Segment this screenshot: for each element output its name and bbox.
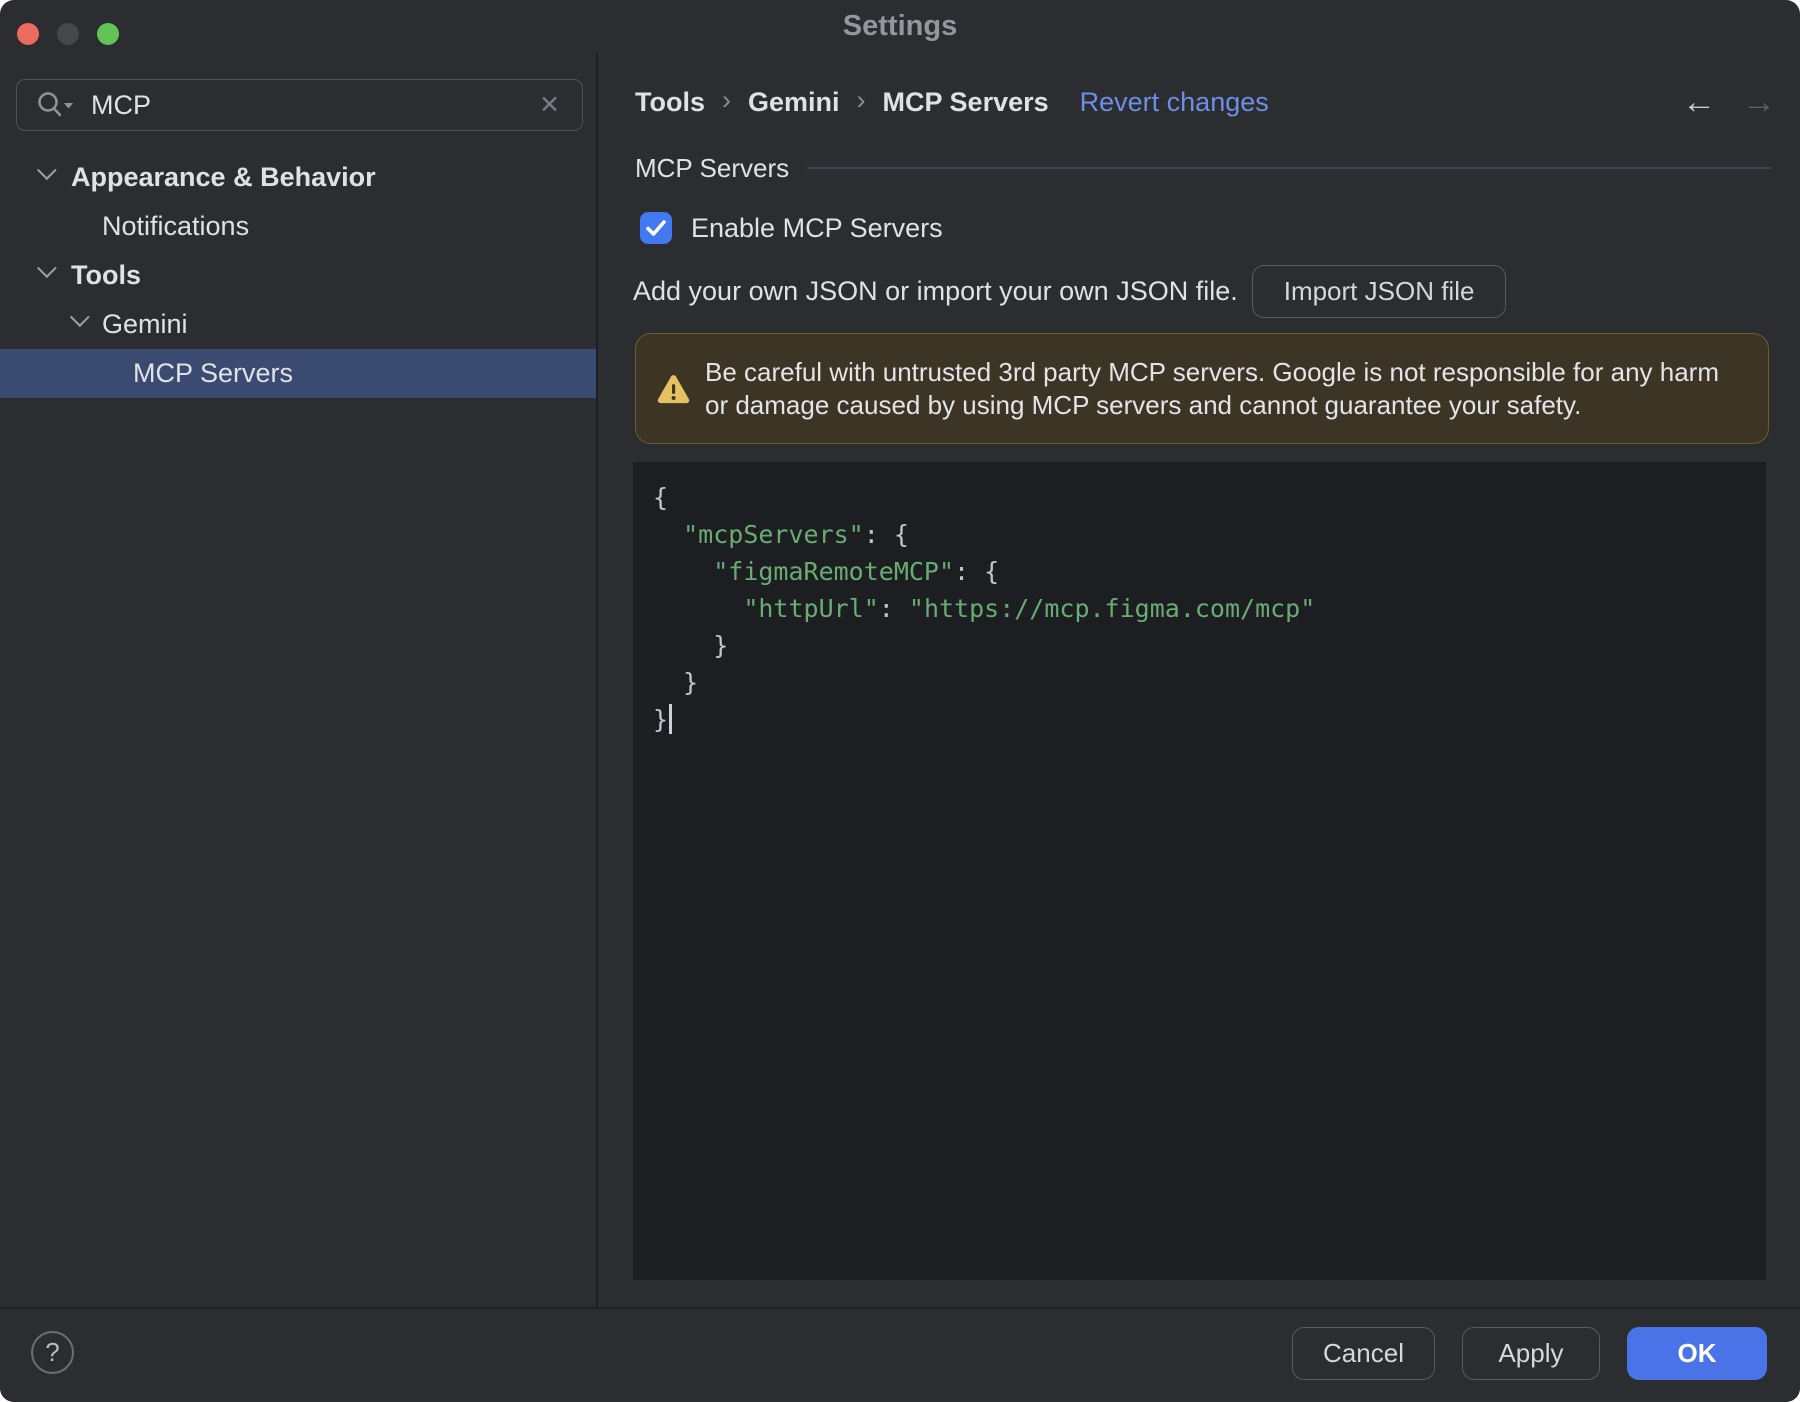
history-navigation: ← → [1682,78,1776,126]
apply-button[interactable]: Apply [1462,1327,1600,1380]
clear-search-icon[interactable]: ✕ [533,80,566,130]
window-title: Settings [842,10,958,42]
code-line: "figmaRemoteMCP": { [713,557,1000,586]
dialog-footer: ? Cancel Apply OK [0,1307,1800,1402]
sidebar-item-label: Appearance & Behavior [71,162,376,192]
code-line: { [653,483,669,512]
ok-button[interactable]: OK [1627,1327,1767,1380]
enable-mcp-checkbox[interactable] [640,212,672,244]
enable-mcp-label: Enable MCP Servers [691,212,943,243]
collapse-chevron-icon[interactable] [66,307,90,332]
help-button[interactable]: ? [31,1331,74,1374]
collapse-chevron-icon[interactable] [33,258,57,283]
search-icon[interactable] [35,90,75,120]
sidebar-item-label: Notifications [102,211,250,241]
import-json-file-button[interactable]: Import JSON file [1251,264,1507,318]
section-divider [807,167,1771,169]
settings-sidebar: MCP ✕ Appearance & Behavior Notification… [0,52,598,1307]
warning-banner: Be careful with untrusted 3rd party MCP … [635,333,1769,444]
sidebar-item-label: Tools [71,260,141,290]
breadcrumb-separator-icon: › [856,84,866,115]
code-line: } [653,631,729,660]
search-input[interactable]: MCP [91,90,151,121]
section-title: MCP Servers [635,152,790,183]
settings-main-panel: Tools › Gemini › MCP Servers Revert chan… [598,52,1800,1307]
warning-text: Be careful with untrusted 3rd party MCP … [705,356,1719,420]
import-row: Add your own JSON or import your own JSO… [633,264,1507,318]
breadcrumb-separator-icon: › [722,84,731,115]
sidebar-item-label: Gemini [102,309,188,339]
sidebar-item-notifications[interactable]: Notifications [0,202,596,251]
json-editor-code: { "mcpServers": { "figmaRemoteMCP": { "h… [653,479,1746,738]
text-caret [669,704,672,734]
breadcrumb: Tools › Gemini › MCP Servers Revert chan… [635,78,1269,126]
import-hint-text: Add your own JSON or import your own JSO… [633,275,1238,306]
warning-triangle-icon [657,374,690,404]
enable-mcp-row: Enable MCP Servers [640,195,943,261]
revert-changes-link[interactable]: Revert changes [1080,87,1269,118]
footer-buttons: Cancel Apply OK [1292,1327,1767,1380]
breadcrumb-mcp-servers[interactable]: MCP Servers [883,87,1049,118]
settings-tree: Appearance & Behavior Notifications Tool… [0,153,596,398]
checkmark-icon [646,220,666,236]
sidebar-item-gemini[interactable]: Gemini [0,300,596,349]
question-mark-icon: ? [45,1337,60,1367]
code-line: "httpUrl": "https://mcp.figma.com/mcp" [743,594,1316,623]
back-arrow-icon[interactable]: ← [1682,78,1716,126]
sidebar-item-mcp-servers[interactable]: MCP Servers [0,349,596,398]
code-line: } [653,701,1746,738]
cancel-button[interactable]: Cancel [1292,1327,1435,1380]
code-line: } [653,668,699,697]
forward-arrow-icon[interactable]: → [1742,78,1776,126]
section-header: MCP Servers [635,146,1771,190]
mcp-json-editor[interactable]: { "mcpServers": { "figmaRemoteMCP": { "h… [633,462,1766,1280]
sidebar-item-label: MCP Servers [133,358,294,388]
code-line: "mcpServers": { [683,520,909,549]
breadcrumb-gemini[interactable]: Gemini [748,87,840,118]
sidebar-item-appearance-behavior[interactable]: Appearance & Behavior [0,153,596,202]
settings-search-field[interactable]: MCP ✕ [16,79,583,131]
collapse-chevron-icon[interactable] [33,160,57,185]
sidebar-item-tools[interactable]: Tools [0,251,596,300]
settings-window: Settings MCP ✕ Appearance & Behavior Not… [0,0,1800,1402]
titlebar: Settings [0,0,1800,52]
breadcrumb-tools[interactable]: Tools [635,87,705,118]
